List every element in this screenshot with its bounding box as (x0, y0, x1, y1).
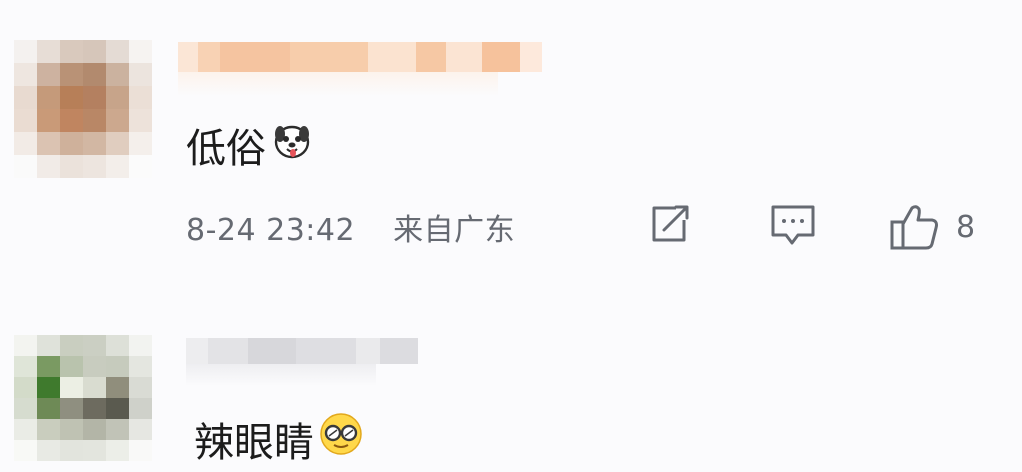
share-button[interactable] (646, 202, 692, 246)
username-blurred[interactable] (186, 338, 418, 364)
like-count: 8 (956, 209, 976, 245)
comment-text: 低俗 (186, 116, 314, 174)
comment-text-label: 低俗 (186, 126, 266, 172)
comment-meta: 8-24 23:42 来自广东 (186, 205, 515, 249)
comment-location: 来自广东 (393, 213, 516, 248)
comment-date: 8-24 23:42 (186, 213, 356, 248)
comment-item: 低俗 8-24 23:42 来自广东 8 (0, 0, 1022, 280)
avatar[interactable] (14, 40, 152, 178)
username-blur-shadow (178, 72, 498, 96)
comment-item: 辣眼睛 (0, 280, 1022, 472)
comment-text-label: 辣眼睛 (194, 420, 314, 466)
comment-icon (771, 205, 815, 245)
username-blurred[interactable] (178, 42, 542, 72)
comment-text: 辣眼睛 (194, 410, 364, 468)
thumbs-up-icon (890, 205, 938, 250)
sunglasses-face-emoji-icon (318, 411, 364, 467)
dog-face-emoji-icon (270, 118, 314, 172)
share-icon (652, 205, 689, 242)
reply-button[interactable] (768, 202, 818, 248)
avatar[interactable] (14, 335, 152, 461)
like-button[interactable]: 8 (888, 202, 975, 252)
username-blur-shadow (186, 364, 376, 386)
